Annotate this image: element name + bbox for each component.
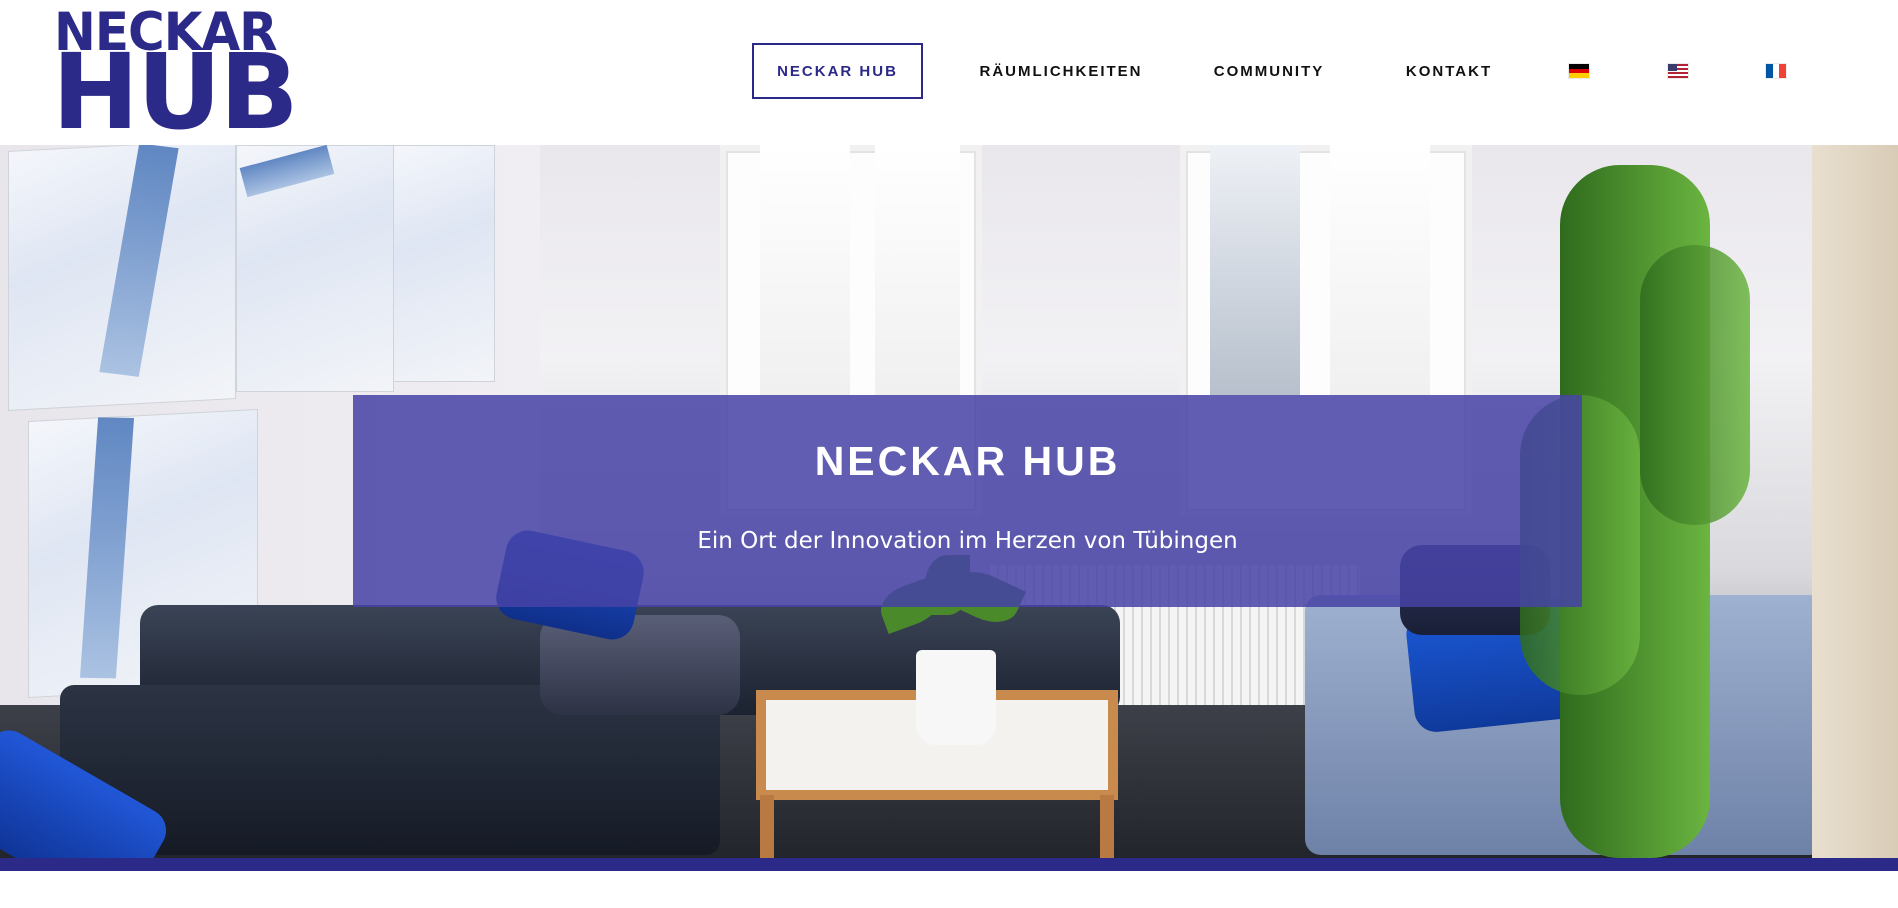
main-nav: NECKAR HUB RÄUMLICHKEITEN COMMUNITY KONT… [752, 42, 1787, 100]
hero-title: NECKAR HUB [814, 438, 1121, 484]
lang-fr-link[interactable] [1765, 43, 1787, 99]
de-flag-icon [1569, 64, 1589, 79]
painting [236, 145, 394, 392]
hero-banner: NECKAR HUB Ein Ort der Innovation im Her… [353, 395, 1582, 607]
hero-subtitle: Ein Ort der Innovation im Herzen von Tüb… [697, 528, 1238, 554]
lang-en-link[interactable] [1667, 43, 1689, 99]
nav-item-neckar-hub[interactable]: NECKAR HUB [752, 43, 923, 99]
plant-pot [916, 650, 996, 745]
nav-item-raeumlichkeiten[interactable]: RÄUMLICHKEITEN [977, 43, 1145, 99]
site-header: NECKAR HUB NECKAR HUB RÄUMLICHKEITEN COM… [0, 0, 1898, 145]
nav-item-kontakt[interactable]: KONTAKT [1405, 43, 1493, 99]
logo-line-hub: HUB [52, 31, 299, 153]
painting [393, 145, 495, 382]
nav-item-community[interactable]: COMMUNITY [1211, 43, 1327, 99]
painting [8, 145, 236, 411]
fr-flag-icon [1766, 64, 1787, 78]
lang-de-link[interactable] [1568, 43, 1590, 99]
bottom-accent-bar [0, 858, 1898, 871]
neckar-hub-logo[interactable]: NECKAR HUB [52, 6, 299, 144]
door [1812, 145, 1898, 858]
us-flag-icon [1668, 64, 1688, 78]
